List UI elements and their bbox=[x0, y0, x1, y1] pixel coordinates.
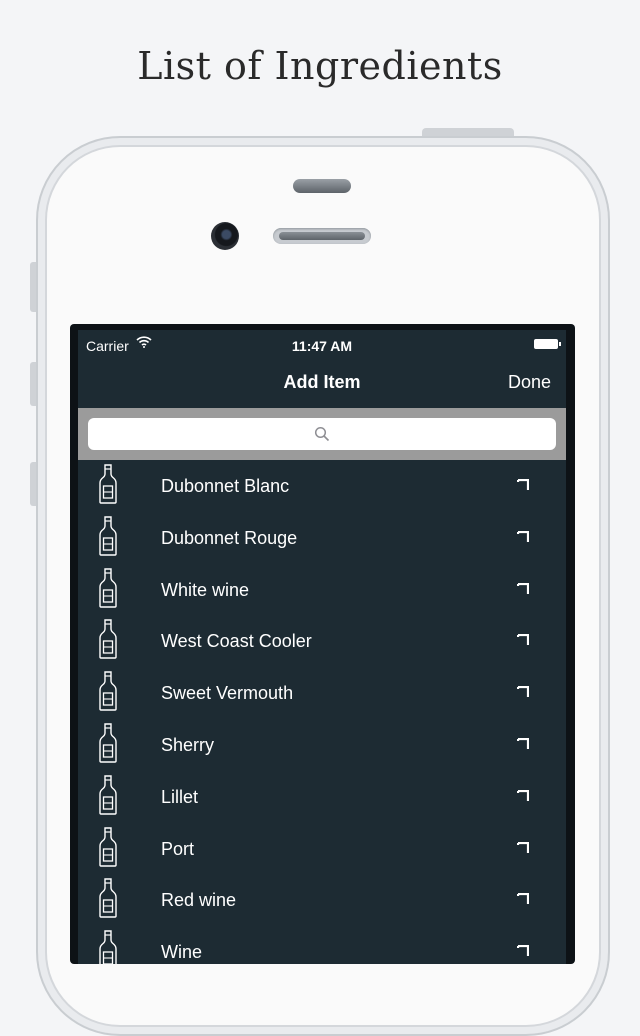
checkbox-icon[interactable] bbox=[517, 945, 529, 957]
bottle-icon bbox=[99, 775, 117, 815]
bottle-icon bbox=[99, 723, 117, 763]
list-item[interactable]: Dubonnet Rouge bbox=[78, 512, 566, 564]
list-item[interactable]: Sweet Vermouth bbox=[78, 667, 566, 719]
search-bar bbox=[78, 408, 566, 460]
navigation-bar: Add Item Done bbox=[78, 358, 566, 408]
search-input[interactable] bbox=[88, 418, 556, 450]
list-item[interactable]: Lillet bbox=[78, 771, 566, 823]
speaker-grille bbox=[273, 228, 371, 244]
earpiece bbox=[293, 179, 351, 193]
list-item[interactable]: Wine bbox=[78, 926, 566, 964]
list-item[interactable]: Red wine bbox=[78, 874, 566, 926]
checkbox-icon[interactable] bbox=[517, 789, 529, 802]
list-item[interactable]: Sherry bbox=[78, 719, 566, 771]
list-item[interactable]: Port bbox=[78, 823, 566, 875]
battery-icon bbox=[534, 339, 561, 349]
phone-screen: Carrier 11:47 AM Add Item Done Dubonnet … bbox=[70, 324, 575, 964]
app-view: Carrier 11:47 AM Add Item Done Dubonnet … bbox=[78, 330, 566, 964]
bottle-icon bbox=[99, 464, 117, 504]
bottle-icon bbox=[99, 516, 117, 556]
bottle-icon bbox=[99, 930, 117, 964]
list-item[interactable]: West Coast Cooler bbox=[78, 615, 566, 667]
bottle-icon bbox=[99, 826, 117, 867]
checkbox-icon[interactable] bbox=[517, 582, 529, 595]
bottle-icon bbox=[99, 619, 117, 660]
checkbox-icon[interactable] bbox=[517, 634, 529, 646]
status-time: 11:47 AM bbox=[291, 338, 353, 354]
list-item[interactable]: Dubonnet Blanc bbox=[78, 460, 566, 512]
list-item-label: White wine bbox=[161, 579, 250, 600]
search-icon bbox=[314, 426, 330, 442]
bottle-icon bbox=[99, 671, 117, 711]
bottle-icon bbox=[99, 878, 117, 919]
done-button[interactable]: Done bbox=[508, 372, 551, 393]
checkbox-icon[interactable] bbox=[517, 737, 529, 750]
nav-title: Add Item bbox=[283, 372, 361, 392]
list-item-label: Lillet bbox=[161, 786, 199, 807]
ingredient-list: Dubonnet Blanc Dubonnet Rouge White wine bbox=[78, 460, 566, 964]
list-item-label: Dubonnet Blanc bbox=[161, 476, 290, 496]
list-item-label: West Coast Cooler bbox=[161, 631, 312, 652]
bottle-icon bbox=[99, 567, 117, 608]
list-item-label: Dubonnet Rouge bbox=[161, 527, 298, 548]
checkbox-icon[interactable] bbox=[517, 530, 529, 543]
checkbox-icon[interactable] bbox=[517, 841, 529, 854]
checkbox-icon[interactable] bbox=[517, 479, 529, 491]
list-item[interactable]: White wine bbox=[78, 564, 566, 616]
list-item-label: Sweet Vermouth bbox=[161, 683, 294, 704]
list-item-label: Red wine bbox=[161, 890, 237, 911]
page-title: List of Ingredients bbox=[137, 44, 503, 88]
front-camera bbox=[211, 222, 239, 250]
list-item-label: Sherry bbox=[161, 734, 215, 755]
list-item-label: Wine bbox=[161, 942, 203, 963]
checkbox-icon[interactable] bbox=[517, 893, 529, 905]
checkbox-icon[interactable] bbox=[517, 686, 529, 698]
status-bar: Carrier 11:47 AM bbox=[78, 330, 566, 358]
list-item-label: Port bbox=[161, 838, 195, 859]
